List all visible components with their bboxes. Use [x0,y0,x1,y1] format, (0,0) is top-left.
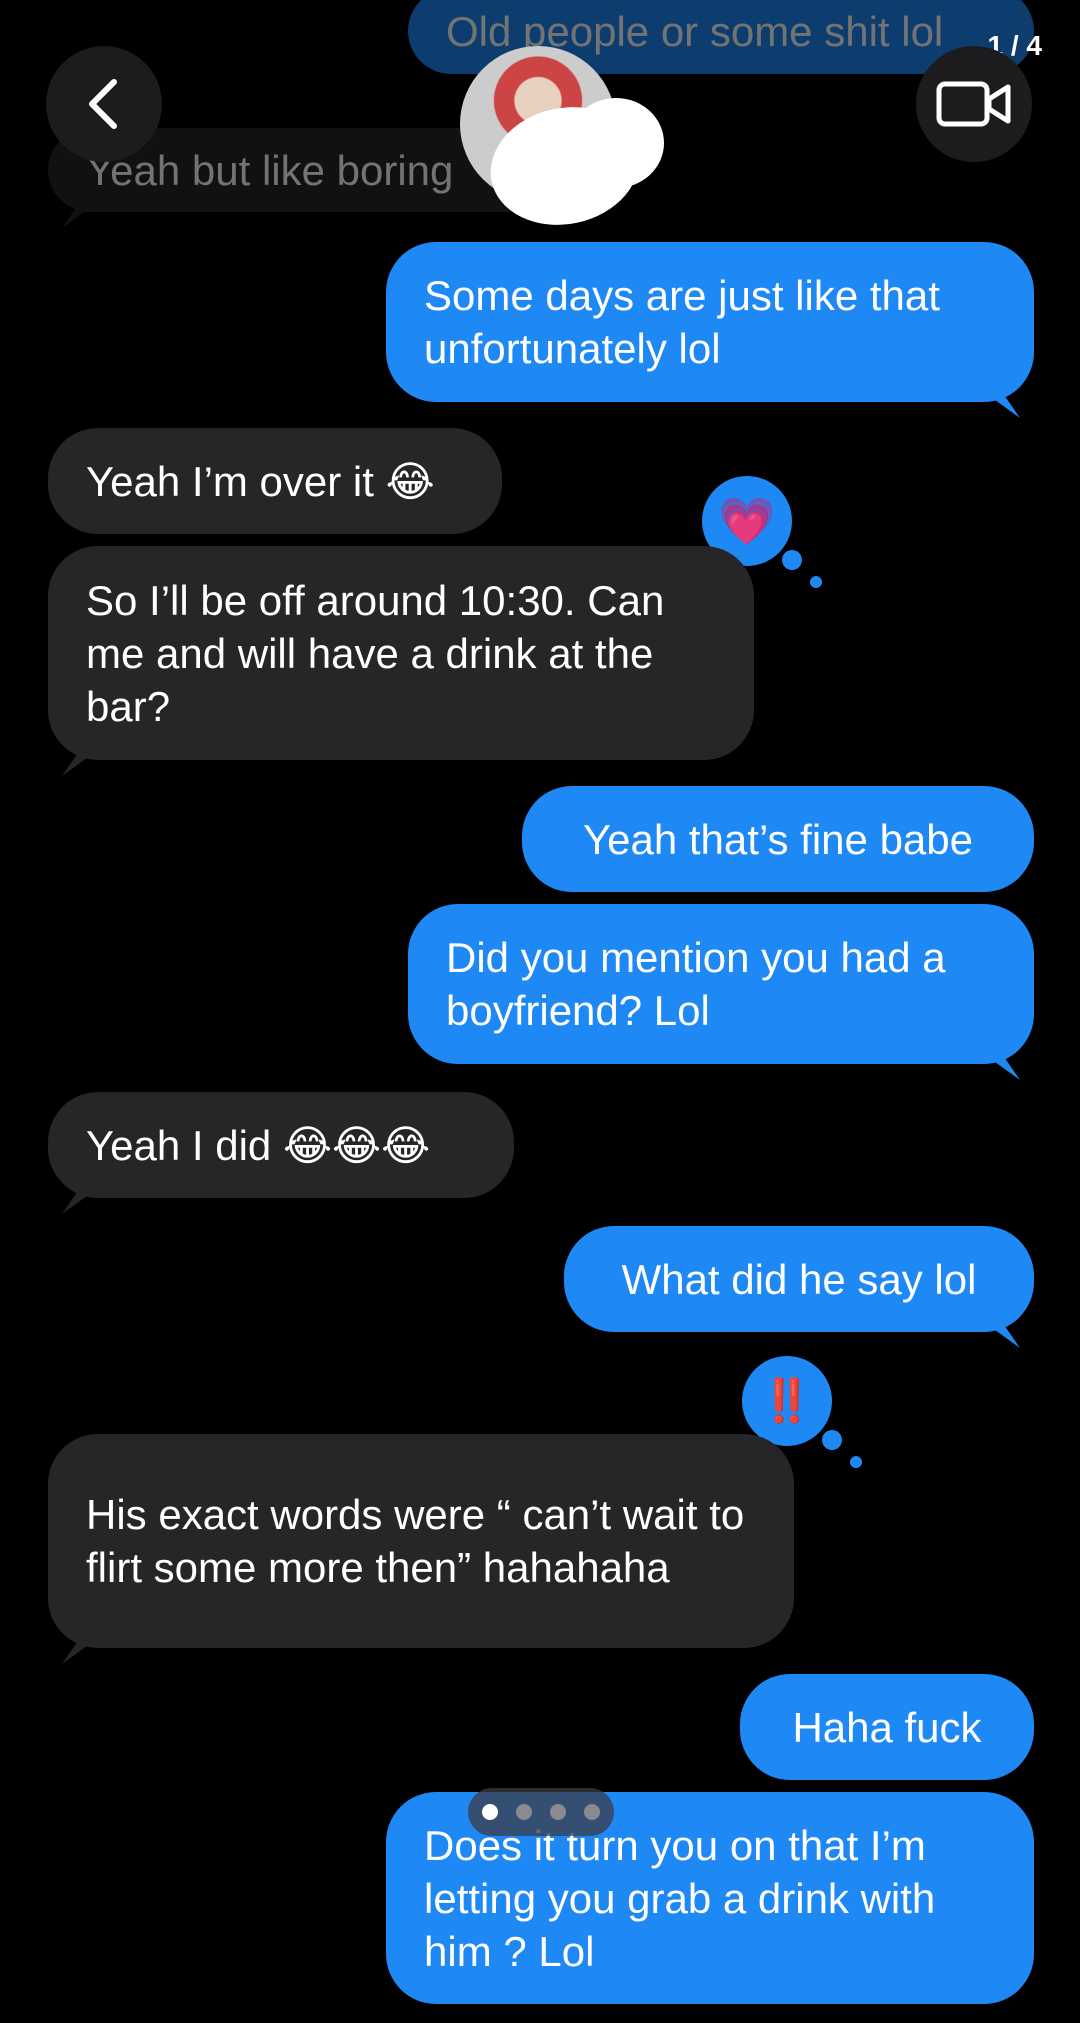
message-text: Did you mention you had a boyfriend? Lol [446,934,946,1034]
page-dot[interactable] [584,1804,600,1820]
message-bubble-incoming[interactable]: His exact words were “ can’t wait to fli… [48,1434,794,1648]
message-text: Does it turn you on that I’m letting you… [424,1821,936,1975]
message-text: What did he say lol [621,1255,977,1303]
page-dot[interactable] [516,1804,532,1820]
message-bubble-outgoing[interactable]: Yeah that’s fine babe [522,786,1034,892]
message-text: His exact words were “ can’t wait to fli… [86,1491,745,1591]
page-dot[interactable] [482,1804,498,1820]
chevron-left-icon [89,79,117,129]
message-bubble-incoming[interactable]: Yeah I did 😂😂😂 [48,1092,514,1198]
page-indicator[interactable] [468,1788,614,1836]
message-text: Yeah I’m over it 😂 [86,457,435,505]
message-bubble-outgoing[interactable]: Did you mention you had a boyfriend? Lol [408,904,1034,1064]
page-dot[interactable] [550,1804,566,1820]
message-text: Haha fuck [792,1703,982,1751]
redaction-blot [568,98,664,188]
video-camera-icon [936,81,1011,127]
exclamation-reaction-icon: ‼️ [760,1376,814,1424]
message-text: So I’ll be off around 10:30. Can me and … [86,576,665,730]
message-text: Yeah I did 😂😂😂 [86,1121,431,1169]
message-bubble-incoming[interactable]: Yeah I’m over it 😂 [48,428,502,534]
message-bubble-outgoing[interactable]: What did he say lol [564,1226,1034,1332]
back-button[interactable] [46,46,162,162]
message-text: Yeah that’s fine babe [582,815,974,863]
heart-reaction-icon: 💗 [718,494,776,547]
message-bubble-outgoing[interactable]: Haha fuck [740,1674,1034,1780]
video-call-button[interactable] [916,46,1032,162]
reaction-badge[interactable]: ‼️ [742,1356,862,1468]
message-bubble-incoming[interactable]: So I’ll be off around 10:30. Can me and … [48,546,754,760]
message-bubble-outgoing[interactable]: Some days are just like that unfortunate… [386,242,1034,402]
message-text: Some days are just like that unfortunate… [424,272,940,372]
